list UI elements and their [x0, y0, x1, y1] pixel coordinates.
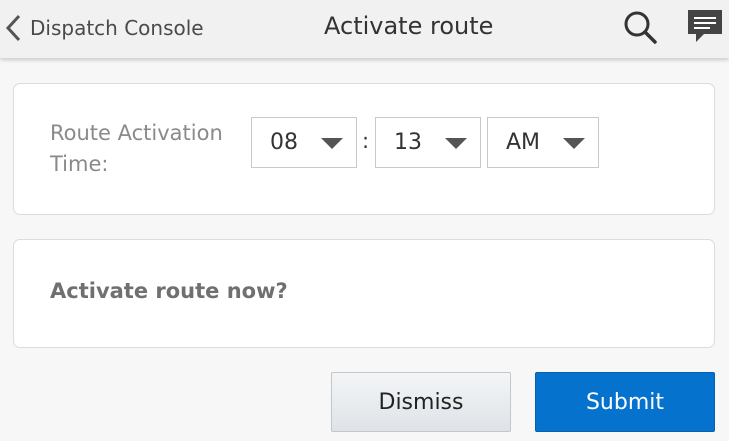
time-separator: : [362, 129, 370, 153]
route-activation-time-label: Route Activation Time: [50, 121, 223, 176]
chat-button[interactable] [684, 6, 726, 48]
submit-button[interactable]: Submit [535, 372, 715, 432]
search-icon [620, 11, 662, 52]
back-label: Dispatch Console [30, 16, 204, 40]
chat-icon [684, 10, 726, 52]
ampm-select[interactable]: AM [487, 117, 599, 168]
hour-select[interactable]: 08 [251, 117, 357, 168]
dropdown-arrow-icon [321, 138, 343, 149]
ampm-value: AM [506, 130, 541, 155]
confirm-card: Activate route now? [13, 239, 715, 348]
page-title: Activate route [324, 12, 494, 40]
dropdown-arrow-icon [563, 138, 585, 149]
minute-select[interactable]: 13 [375, 117, 481, 168]
dismiss-button[interactable]: Dismiss [331, 372, 511, 432]
hour-value: 08 [270, 130, 298, 155]
minute-value: 13 [394, 130, 422, 155]
dropdown-arrow-icon [445, 138, 467, 149]
activation-time-card: Route Activation Time: 08 : 13 AM [13, 83, 715, 215]
activate-now-question: Activate route now? [50, 279, 288, 303]
chevron-left-icon [4, 13, 22, 43]
search-button[interactable] [620, 6, 662, 48]
app-header: Dispatch Console Activate route [0, 0, 729, 58]
back-button[interactable]: Dispatch Console [4, 10, 204, 46]
